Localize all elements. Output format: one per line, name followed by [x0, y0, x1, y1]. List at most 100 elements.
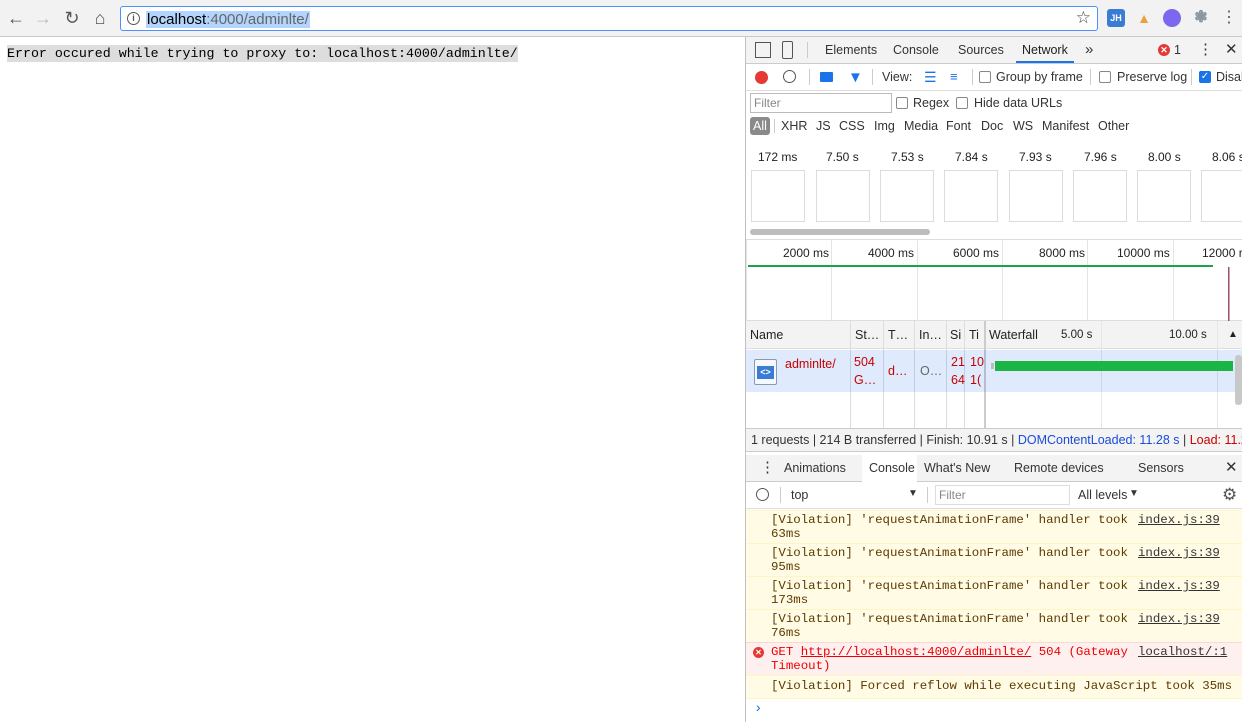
close-devtools-icon[interactable]: ✕ — [1225, 37, 1238, 63]
column-type[interactable]: T… — [888, 321, 914, 349]
drawer-tab-remote-devices[interactable]: Remote devices — [1014, 455, 1104, 481]
context-selector[interactable]: top — [791, 488, 808, 502]
sort-ascending-icon[interactable]: ▲ — [1228, 321, 1238, 349]
more-tabs-icon[interactable]: » — [1085, 37, 1093, 63]
frame-thumbnail[interactable] — [1201, 170, 1242, 222]
log-levels-dropdown[interactable]: All levels — [1078, 488, 1127, 502]
extension-react-icon[interactable]: ❃ — [1192, 9, 1210, 27]
console-message-text: [Violation] 'requestAnimationFrame' hand… — [771, 546, 1128, 574]
tab-sources[interactable]: Sources — [958, 37, 1004, 63]
network-summary-bar: 1 requests | 214 B transferred | Finish:… — [746, 428, 1242, 452]
error-request-link[interactable]: http://localhost:4000/adminlte/ — [801, 645, 1032, 659]
context-dropdown-icon[interactable]: ▼ — [908, 488, 918, 499]
device-toolbar-icon[interactable] — [782, 41, 793, 59]
drawer-tab-whats-new[interactable]: What's New — [924, 455, 990, 481]
devtools-menu-icon[interactable]: ⋮ — [1198, 37, 1213, 63]
table-scrollbar[interactable] — [1235, 355, 1242, 405]
type-ws[interactable]: WS — [1010, 117, 1036, 135]
frame-time: 7.84 s — [955, 150, 988, 164]
type-img[interactable]: Img — [871, 117, 898, 135]
frames-strip: 172 ms 7.50 s 7.53 s 7.84 s 7.93 s 7.96 … — [746, 143, 1242, 235]
column-size[interactable]: Si — [950, 321, 964, 349]
type-font[interactable]: Font — [943, 117, 974, 135]
home-icon[interactable]: ⌂ — [90, 8, 110, 28]
regex-checkbox[interactable] — [896, 97, 908, 109]
network-filter-input[interactable]: Filter — [750, 93, 892, 113]
bookmark-star-icon[interactable]: ☆ — [1076, 8, 1091, 28]
clear-icon[interactable] — [783, 70, 796, 83]
frame-thumbnail[interactable] — [751, 170, 805, 222]
request-type: d… — [888, 364, 908, 378]
console-message-source[interactable]: index.js:39 — [1138, 612, 1220, 627]
console-message-source[interactable]: index.js:39 — [1138, 513, 1220, 528]
tab-network[interactable]: Network — [1016, 37, 1074, 63]
toolbar-divider — [809, 69, 810, 85]
column-name[interactable]: Name — [750, 321, 845, 349]
column-status[interactable]: St… — [855, 321, 883, 349]
request-initiator: O… — [920, 364, 943, 378]
type-js[interactable]: JS — [813, 117, 834, 135]
extension-fox-icon[interactable]: ▲ — [1135, 9, 1153, 27]
frame-time: 7.96 s — [1084, 150, 1117, 164]
column-time[interactable]: Ti — [969, 321, 983, 349]
drawer-tab-console[interactable]: Console — [869, 455, 915, 481]
frame-thumbnail[interactable] — [1009, 170, 1063, 222]
drawer-tab-animations[interactable]: Animations — [784, 455, 846, 481]
group-by-frame-checkbox[interactable] — [979, 71, 991, 83]
reload-icon[interactable]: ↻ — [62, 8, 82, 28]
clear-console-icon[interactable] — [756, 488, 769, 501]
column-initiator[interactable]: In… — [919, 321, 947, 349]
back-arrow-icon[interactable]: ← — [6, 8, 26, 28]
console-message-text: GET http://localhost:4000/adminlte/ 504 … — [771, 645, 1128, 673]
type-css[interactable]: CSS — [836, 117, 868, 135]
console-message-source[interactable]: index.js:39 — [1138, 579, 1220, 594]
console-filter-input[interactable]: Filter — [935, 485, 1070, 505]
record-icon[interactable] — [755, 71, 768, 84]
type-other[interactable]: Other — [1095, 117, 1132, 135]
console-message-source[interactable]: localhost/:1 — [1138, 645, 1227, 660]
console-message-warning: [Violation] 'requestAnimationFrame' hand… — [746, 576, 1242, 609]
url-text[interactable]: localhost:4000/adminlte/ — [146, 11, 310, 28]
forward-arrow-icon[interactable]: → — [33, 8, 53, 28]
overview-icon[interactable]: ≡ — [950, 70, 958, 84]
type-doc[interactable]: Doc — [978, 117, 1006, 135]
site-info-icon[interactable]: i — [127, 12, 140, 25]
frames-scrollbar[interactable] — [750, 229, 930, 235]
frame-thumbnail[interactable] — [1137, 170, 1191, 222]
close-drawer-icon[interactable]: ✕ — [1225, 455, 1238, 481]
error-icon[interactable]: ✕ — [1158, 44, 1170, 56]
column-waterfall[interactable]: Waterfall — [989, 321, 1038, 349]
large-rows-icon[interactable]: ☰ — [924, 70, 937, 84]
frame-thumbnail[interactable] — [880, 170, 934, 222]
console-prompt[interactable]: › — [746, 699, 1242, 722]
error-count[interactable]: 1 — [1174, 37, 1181, 63]
extension-circle-icon[interactable] — [1163, 9, 1181, 27]
frame-time: 8.06 s — [1212, 150, 1242, 164]
preserve-log-checkbox[interactable] — [1099, 71, 1111, 83]
levels-dropdown-icon[interactable]: ▼ — [1129, 488, 1139, 499]
tab-elements[interactable]: Elements — [825, 37, 877, 63]
console-message-source[interactable]: index.js:39 — [1138, 546, 1220, 561]
type-manifest[interactable]: Manifest — [1039, 117, 1092, 135]
drawer-menu-icon[interactable]: ⋮ — [760, 455, 775, 481]
type-xhr[interactable]: XHR — [778, 117, 810, 135]
browser-menu-icon[interactable]: ⋮ — [1219, 8, 1239, 28]
extension-jh-icon[interactable]: JH — [1107, 9, 1125, 27]
disable-cache-checkbox[interactable]: ✓ — [1199, 71, 1211, 83]
frame-thumbnail[interactable] — [1073, 170, 1127, 222]
frame-thumbnail[interactable] — [816, 170, 870, 222]
hide-data-urls-checkbox[interactable] — [956, 97, 968, 109]
type-media[interactable]: Media — [901, 117, 941, 135]
table-row[interactable]: <> adminlte/ 504 G… d… O… 21 64 10 1( — [746, 350, 1242, 392]
drawer-tab-sensors[interactable]: Sensors — [1138, 455, 1184, 481]
console-settings-gear-icon[interactable]: ⚙ — [1222, 485, 1237, 505]
tab-console[interactable]: Console — [893, 37, 939, 63]
screenshot-camera-icon[interactable] — [820, 72, 833, 82]
filter-funnel-icon[interactable]: ▼ — [848, 69, 863, 86]
inspect-element-icon[interactable] — [755, 42, 771, 58]
address-bar[interactable]: i localhost:4000/adminlte/ ☆ — [120, 6, 1098, 31]
type-all[interactable]: All — [750, 117, 770, 135]
request-name[interactable]: adminlte/ — [785, 357, 836, 371]
frame-thumbnail[interactable] — [944, 170, 998, 222]
overview-tick-label: 2000 ms — [783, 246, 830, 260]
